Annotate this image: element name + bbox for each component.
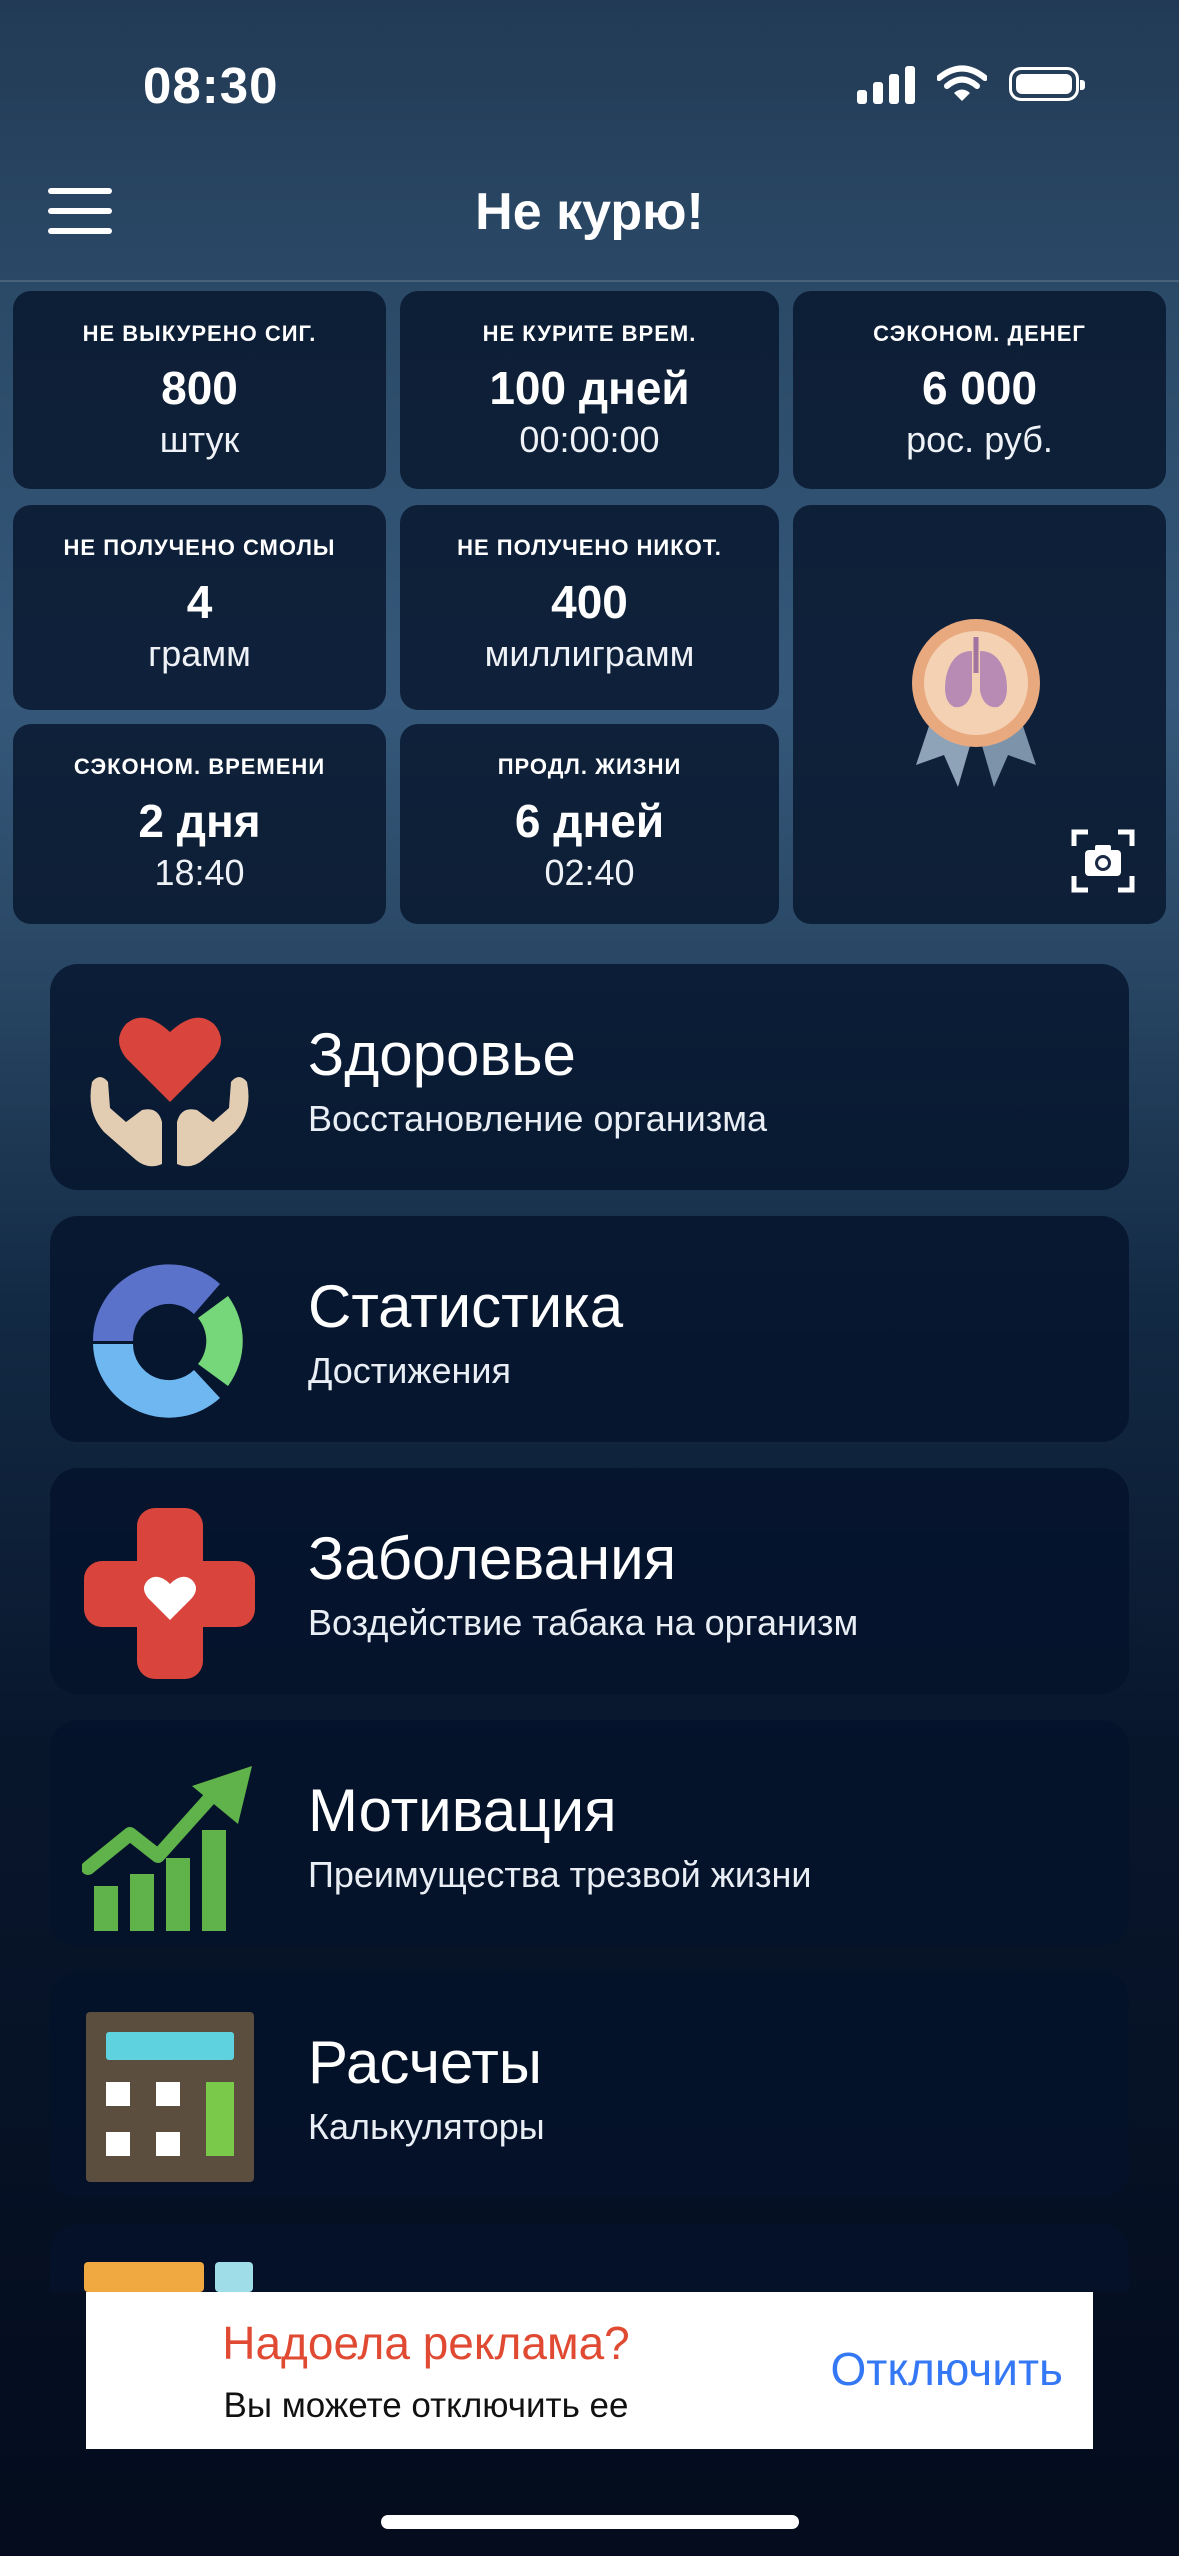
partial-item-icon bbox=[84, 2262, 204, 2292]
partial-item-icon-accent bbox=[215, 2262, 253, 2292]
cellular-signal-icon bbox=[857, 64, 915, 104]
stat-value: 100 дней bbox=[489, 362, 690, 414]
donut-chart-icon bbox=[92, 1264, 243, 1418]
stat-value: 400 bbox=[551, 576, 628, 628]
menu-item-partial[interactable] bbox=[50, 2224, 1129, 2292]
menu-item-health[interactable]: Здоровье Восстановление организма bbox=[50, 964, 1129, 1190]
stat-label: НЕ КУРИТЕ ВРЕМ. bbox=[482, 321, 697, 346]
stat-nicotine: НЕ ПОЛУЧЕНО НИКОТ. 400 миллиграмм bbox=[400, 505, 779, 710]
menu-item-subtitle: Преимущества трезвой жизни bbox=[308, 1854, 812, 1895]
menu-item-title: Заболевания bbox=[308, 1525, 677, 1592]
status-time: 08:30 bbox=[143, 57, 279, 114]
stat-value: 800 bbox=[161, 362, 238, 414]
menu-item-statistics[interactable]: Статистика Достижения bbox=[50, 1216, 1129, 1442]
battery-icon bbox=[1009, 67, 1085, 101]
calculator-icon bbox=[86, 2012, 254, 2182]
menu-item-title: Здоровье bbox=[308, 1021, 576, 1088]
stat-money: СЭКОНОМ. ДЕНЕГ 6 000 рос. руб. bbox=[793, 291, 1166, 489]
stat-time: НЕ КУРИТЕ ВРЕМ. 100 дней 00:00:00 bbox=[400, 291, 779, 489]
menu-item-subtitle: Достижения bbox=[308, 1350, 511, 1391]
home-indicator[interactable] bbox=[381, 2515, 799, 2529]
menu-item-motivation[interactable]: Мотивация Преимущества трезвой жизни bbox=[50, 1720, 1129, 1946]
wifi-icon bbox=[937, 65, 987, 101]
ad-subtitle: Вы можете отключить ее bbox=[223, 2386, 629, 2425]
camera-capture-icon[interactable] bbox=[1070, 828, 1136, 894]
stat-label: НЕ ПОЛУЧЕНО СМОЛЫ bbox=[63, 535, 336, 560]
stat-label: НЕ ВЫКУРЕНО СИГ. bbox=[82, 321, 317, 346]
stat-label: СЭКОНОМ. ВРЕМЕНИ bbox=[73, 754, 326, 779]
growth-chart-icon bbox=[82, 1766, 252, 1931]
stat-unit: 02:40 bbox=[544, 852, 635, 893]
menu-item-calculations[interactable]: Расчеты Калькуляторы bbox=[50, 1972, 1129, 2198]
status-bar: 08:30 bbox=[0, 0, 1179, 170]
menu-item-title: Расчеты bbox=[308, 2029, 542, 2096]
stat-label: СЭКОНОМ. ДЕНЕГ bbox=[873, 321, 1086, 346]
menu-item-diseases[interactable]: Заболевания Воздействие табака на органи… bbox=[50, 1468, 1129, 1694]
stat-unit: грамм bbox=[148, 633, 251, 674]
status-icons bbox=[857, 64, 1085, 104]
stat-saved-time: СЭКОНОМ. ВРЕМЕНИ 2 дня 18:40 bbox=[13, 724, 386, 924]
stat-unit: рос. руб. bbox=[906, 419, 1053, 460]
menu-item-title: Статистика bbox=[308, 1273, 624, 1340]
stat-label: ПРОДЛ. ЖИЗНИ bbox=[497, 754, 682, 779]
stat-value: 4 bbox=[186, 576, 213, 628]
stat-life: ПРОДЛ. ЖИЗНИ 6 дней 02:40 bbox=[400, 724, 779, 924]
disable-ads-button[interactable]: Отключить bbox=[830, 2342, 1063, 2396]
stat-unit: 00:00:00 bbox=[519, 419, 660, 460]
menu-item-subtitle: Калькуляторы bbox=[308, 2106, 545, 2147]
stat-unit: 18:40 bbox=[154, 852, 245, 893]
ad-title: Надоела реклама? bbox=[222, 2317, 630, 2369]
stat-cigarettes: НЕ ВЫКУРЕНО СИГ. 800 штук bbox=[13, 291, 386, 489]
stat-value: 6 000 bbox=[921, 362, 1038, 414]
stat-label: НЕ ПОЛУЧЕНО НИКОТ. bbox=[457, 535, 722, 560]
stat-unit: миллиграмм bbox=[484, 633, 695, 674]
achievement-tile[interactable] bbox=[793, 505, 1166, 924]
stat-unit: штук bbox=[159, 419, 240, 460]
stat-tar: НЕ ПОЛУЧЕНО СМОЛЫ 4 грамм bbox=[13, 505, 386, 710]
page-title: Не курю! bbox=[475, 183, 704, 241]
medical-cross-icon bbox=[84, 1508, 255, 1679]
lungs-medal-icon bbox=[912, 619, 1040, 787]
menu-item-subtitle: Воздействие табака на организм bbox=[308, 1602, 859, 1643]
ad-banner: Надоела реклама? Вы можете отключить ее … bbox=[86, 2292, 1093, 2449]
menu-item-title: Мотивация bbox=[308, 1777, 617, 1844]
stat-value: 6 дней bbox=[514, 795, 665, 847]
menu-item-subtitle: Восстановление организма bbox=[308, 1098, 768, 1139]
heart-hands-icon bbox=[90, 1017, 249, 1167]
navbar: Не курю! bbox=[0, 170, 1179, 282]
stat-value: 2 дня bbox=[138, 795, 261, 847]
